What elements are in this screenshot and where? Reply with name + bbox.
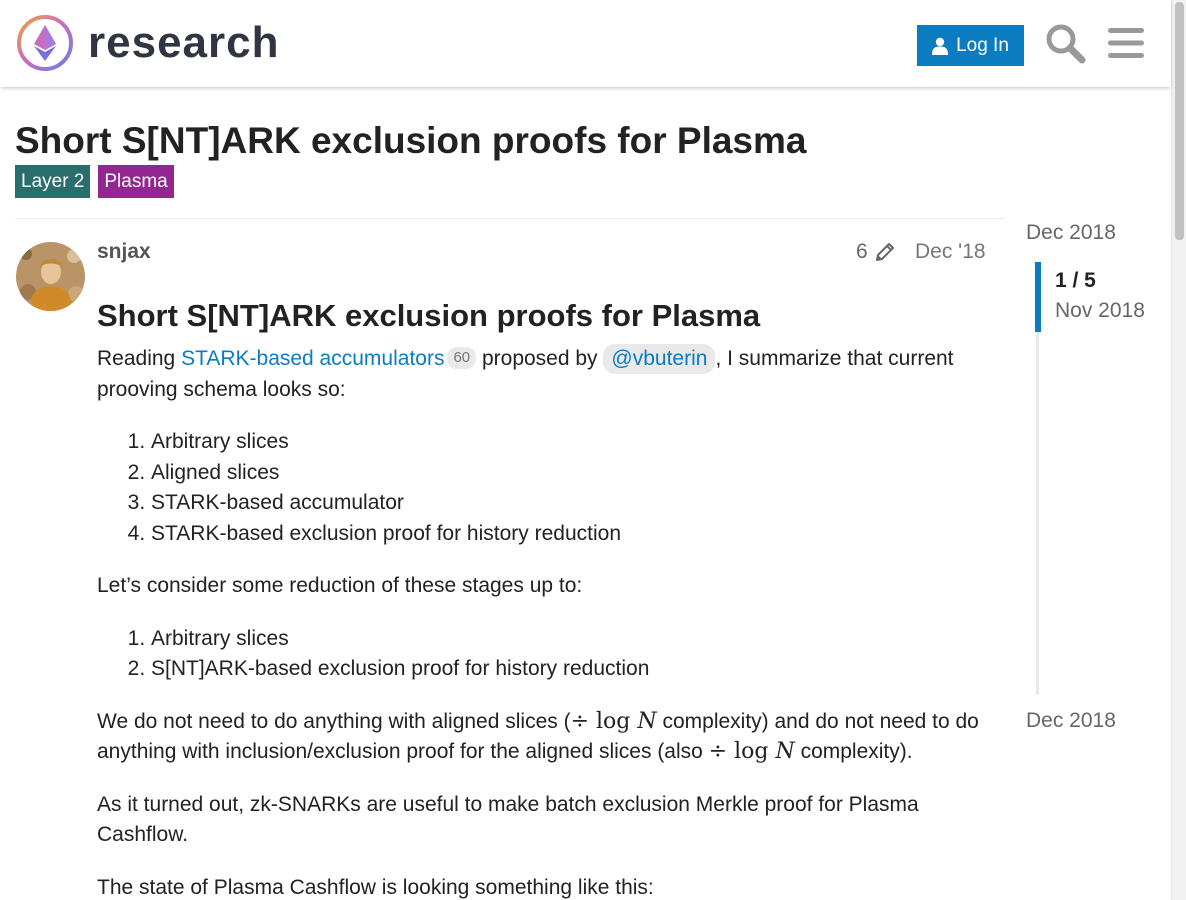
post-date[interactable]: Dec '18: [915, 240, 986, 264]
post-paragraph: Reading STARK-based accumulators 60 propo…: [97, 344, 992, 405]
math-variable: N: [775, 739, 795, 764]
edit-history-button[interactable]: 6: [856, 240, 896, 264]
math-variable: N: [637, 708, 657, 734]
post-paragraph: The state of Plasma Cashflow is looking …: [97, 875, 654, 899]
list-item: Aligned slices: [151, 458, 992, 489]
text-span: We do not need to do anything with align…: [97, 709, 571, 733]
text-span: complexity).: [794, 740, 913, 763]
site-logo[interactable]: research: [16, 14, 279, 72]
logo-text: research: [88, 18, 280, 67]
page-scrollbar[interactable]: [1171, 0, 1186, 900]
post-heading: Short S[NT]ARK exclusion proofs for Plas…: [97, 298, 761, 333]
text-span: proposed by: [476, 347, 604, 370]
site-header: research Log In: [0, 0, 1171, 87]
math-operator: ÷: [708, 739, 728, 764]
post-author[interactable]: snjax: [97, 240, 151, 264]
login-label: Log In: [956, 34, 1009, 56]
list-item: Arbitrary slices: [151, 427, 992, 458]
tag-plasma[interactable]: Plasma: [98, 165, 174, 198]
timeline-post-count: 1 / 5: [1055, 269, 1096, 292]
timeline-start-date[interactable]: Dec 2018: [1026, 221, 1116, 245]
scrollbar-thumb[interactable]: [1175, 2, 1184, 240]
hamburger-menu-icon[interactable]: [1105, 22, 1147, 64]
list-item: S[NT]ARK-based exclusion proof for histo…: [151, 654, 992, 685]
topic-tags: Layer 2 Plasma: [15, 165, 174, 198]
title-divider: [15, 218, 1004, 219]
link-click-count: 60: [447, 347, 477, 369]
pencil-icon: [875, 243, 894, 261]
post-paragraph: Let’s consider some reduction of these s…: [97, 574, 583, 597]
reduced-stages-list: Arbitrary slices S[NT]ARK-based exclusio…: [151, 624, 992, 685]
math-operator: ÷: [570, 708, 590, 734]
list-item: STARK-based exclusion proof for history …: [151, 519, 992, 550]
timeline-end-date[interactable]: Dec 2018: [1026, 709, 1116, 733]
user-mention[interactable]: @vbuterin: [603, 344, 716, 374]
stark-accumulators-link[interactable]: STARK-based accumulators: [181, 347, 444, 370]
math-function: log: [596, 708, 631, 734]
math-function: log: [734, 739, 769, 764]
avatar[interactable]: [16, 242, 85, 311]
topic-title[interactable]: Short S[NT]ARK exclusion proofs for Plas…: [15, 120, 807, 162]
login-button[interactable]: Log In: [917, 25, 1024, 66]
math-expression: ÷ log N: [571, 709, 657, 734]
edit-count: 6: [856, 240, 868, 263]
math-expression: ÷ log N: [709, 739, 795, 764]
ethereum-research-logo-icon: [17, 15, 73, 71]
stages-list: Arbitrary slices Aligned slices STARK-ba…: [151, 427, 992, 549]
search-icon[interactable]: [1044, 22, 1086, 64]
post-content: Short S[NT]ARK exclusion proofs for Plas…: [97, 296, 992, 900]
tag-layer-2[interactable]: Layer 2: [15, 165, 91, 198]
post-paragraph: We do not need to do anything with align…: [97, 707, 992, 768]
list-item: Arbitrary slices: [151, 624, 992, 655]
timeline-current-date: Nov 2018: [1055, 299, 1145, 322]
list-item: STARK-based accumulator: [151, 488, 992, 519]
text-span: Reading: [97, 347, 182, 370]
user-icon: [932, 37, 949, 55]
post-paragraph: As it turned out, zk-SNARKs are useful t…: [97, 792, 919, 847]
timeline-handle[interactable]: [1035, 262, 1041, 332]
user-avatar-photo: [16, 242, 85, 311]
